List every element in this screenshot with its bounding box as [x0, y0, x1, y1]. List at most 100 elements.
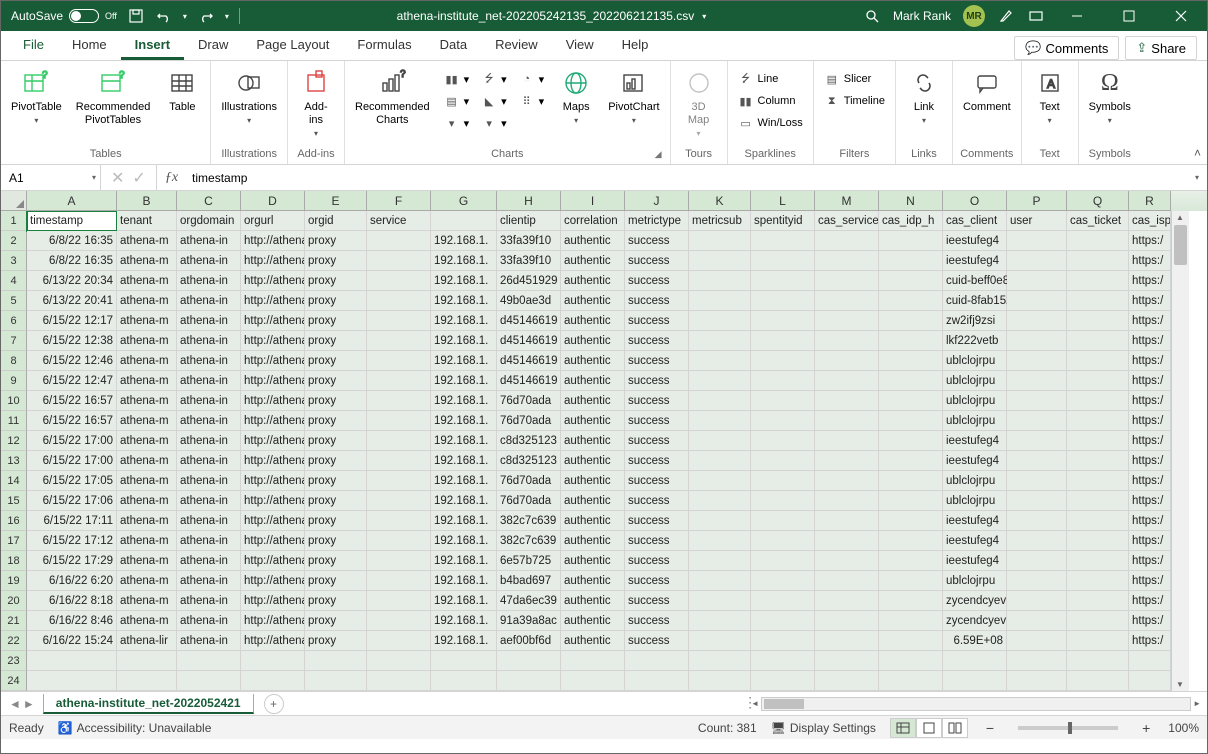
cell[interactable]	[879, 391, 943, 411]
cell[interactable]	[879, 571, 943, 591]
cell[interactable]	[815, 451, 879, 471]
cell[interactable]	[1007, 411, 1067, 431]
cell[interactable]	[751, 491, 815, 511]
cell[interactable]: 192.168.1.	[431, 591, 497, 611]
cell[interactable]	[815, 651, 879, 671]
cell[interactable]: 6/13/22 20:41	[27, 291, 117, 311]
close-button[interactable]	[1161, 1, 1201, 31]
privacy-icon[interactable]	[997, 7, 1015, 25]
cell[interactable]: tenant	[117, 211, 177, 231]
cell[interactable]: 192.168.1.	[431, 271, 497, 291]
cell[interactable]: http://athena-institu	[241, 371, 305, 391]
cell[interactable]	[751, 231, 815, 251]
cell[interactable]	[751, 411, 815, 431]
cancel-formula-icon[interactable]: ✕	[111, 168, 124, 188]
cell[interactable]: 76d70ada	[497, 411, 561, 431]
cell[interactable]	[689, 291, 751, 311]
column-header[interactable]: C	[177, 191, 241, 211]
cell[interactable]: b4bad697	[497, 571, 561, 591]
cell[interactable]: success	[625, 351, 689, 371]
scrollbar-thumb[interactable]	[764, 699, 804, 709]
cell[interactable]: success	[625, 531, 689, 551]
cell[interactable]	[1007, 631, 1067, 651]
combo-chart-button[interactable]: ▾▾	[477, 113, 511, 133]
sparkline-winloss-button[interactable]: ▭Win/Loss	[734, 113, 807, 133]
cell[interactable]	[879, 451, 943, 471]
cell[interactable]	[751, 311, 815, 331]
maximize-button[interactable]	[1109, 1, 1149, 31]
tab-review[interactable]: Review	[481, 30, 552, 60]
cell[interactable]	[1067, 371, 1129, 391]
row-header[interactable]: 9	[1, 371, 27, 391]
cell[interactable]: http://athena-institu	[241, 531, 305, 551]
cell[interactable]	[751, 591, 815, 611]
cell[interactable]: http://athena-institu	[241, 331, 305, 351]
cell[interactable]: lkf222vetb	[943, 331, 1007, 351]
cell[interactable]	[879, 351, 943, 371]
cell[interactable]: athena-m	[117, 251, 177, 271]
cell[interactable]: 192.168.1.	[431, 291, 497, 311]
tab-help[interactable]: Help	[608, 30, 663, 60]
column-header[interactable]: K	[689, 191, 751, 211]
cell[interactable]: https:/	[1129, 271, 1171, 291]
cell[interactable]	[1067, 531, 1129, 551]
cell[interactable]	[1067, 631, 1129, 651]
cell[interactable]	[367, 251, 431, 271]
cell[interactable]	[1007, 371, 1067, 391]
cell[interactable]: spentityid	[751, 211, 815, 231]
cell[interactable]: proxy	[305, 511, 367, 531]
line-chart-button[interactable]: ⭍▾	[477, 69, 511, 89]
cell[interactable]: athena-m	[117, 571, 177, 591]
column-header[interactable]: R	[1129, 191, 1171, 211]
cell[interactable]: https:/	[1129, 471, 1171, 491]
cell[interactable]: http://athena-institu	[241, 551, 305, 571]
cell[interactable]: 6/15/22 17:00	[27, 431, 117, 451]
column-header[interactable]: D	[241, 191, 305, 211]
column-header[interactable]: F	[367, 191, 431, 211]
cell[interactable]	[689, 251, 751, 271]
cell[interactable]: d45146619	[497, 311, 561, 331]
cell[interactable]	[879, 491, 943, 511]
cell[interactable]	[367, 511, 431, 531]
cell[interactable]: ublclojrpu	[943, 391, 1007, 411]
cell[interactable]	[751, 651, 815, 671]
cell[interactable]: cas_client	[943, 211, 1007, 231]
zoom-out-button[interactable]: −	[982, 720, 998, 736]
cell[interactable]	[751, 271, 815, 291]
cell[interactable]: athena-m	[117, 331, 177, 351]
cell[interactable]	[367, 491, 431, 511]
cell[interactable]: 6/16/22 8:46	[27, 611, 117, 631]
cell[interactable]	[367, 451, 431, 471]
cell[interactable]: metricsub	[689, 211, 751, 231]
redo-icon[interactable]	[197, 7, 215, 25]
cell[interactable]	[689, 271, 751, 291]
cell[interactable]: 6/15/22 17:00	[27, 451, 117, 471]
cell[interactable]: http://athena-institu	[241, 471, 305, 491]
cell[interactable]: proxy	[305, 371, 367, 391]
cell[interactable]: proxy	[305, 351, 367, 371]
cell[interactable]	[367, 351, 431, 371]
cell[interactable]	[625, 651, 689, 671]
cell[interactable]: authentic	[561, 471, 625, 491]
cell[interactable]: 192.168.1.	[431, 331, 497, 351]
column-header[interactable]: M	[815, 191, 879, 211]
cell[interactable]: 6/15/22 12:17	[27, 311, 117, 331]
table-button[interactable]: Table	[160, 65, 204, 116]
cell[interactable]: aef00bf6d	[497, 631, 561, 651]
launcher-icon[interactable]: ◢	[655, 149, 662, 160]
column-header[interactable]: N	[879, 191, 943, 211]
cell[interactable]	[879, 371, 943, 391]
sheet-prev-icon[interactable]: ◄	[9, 697, 21, 711]
zoom-level[interactable]: 100%	[1168, 721, 1199, 735]
cell[interactable]	[367, 571, 431, 591]
cell[interactable]: athena-in	[177, 591, 241, 611]
add-sheet-button[interactable]: +	[264, 694, 284, 714]
cell[interactable]: success	[625, 391, 689, 411]
cell[interactable]	[879, 231, 943, 251]
cell[interactable]: 6/15/22 17:29	[27, 551, 117, 571]
3dmap-button[interactable]: 3DMap ▾	[677, 65, 721, 140]
cell[interactable]	[1067, 491, 1129, 511]
cell[interactable]: https:/	[1129, 311, 1171, 331]
cell[interactable]: 6/13/22 20:34	[27, 271, 117, 291]
cell[interactable]: c8d325123	[497, 431, 561, 451]
